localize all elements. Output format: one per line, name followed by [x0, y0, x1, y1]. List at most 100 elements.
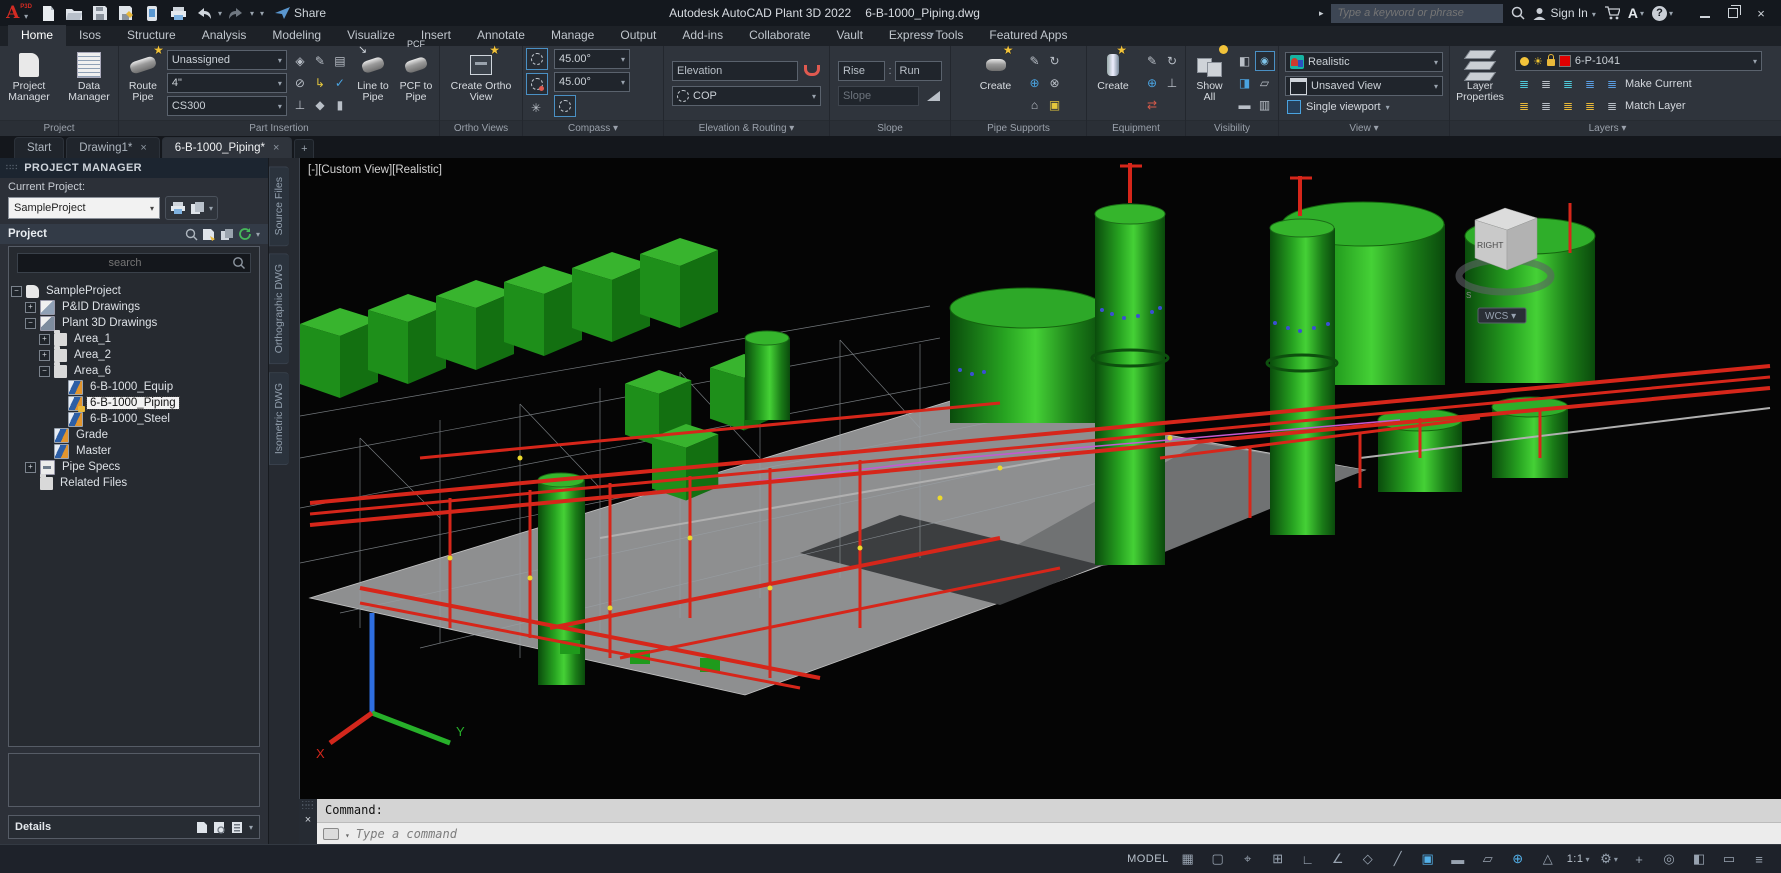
tab-isos[interactable]: Isos: [66, 25, 114, 46]
tree-sampleproject[interactable]: − SampleProject: [11, 283, 257, 299]
tree-item-label[interactable]: Area_1: [71, 333, 114, 345]
selection-cycling-icon[interactable]: ⊕: [1504, 848, 1532, 870]
layer-properties-button[interactable]: Layer Properties: [1453, 47, 1507, 119]
tree-item-label[interactable]: Grade: [73, 429, 111, 441]
refresh-icon[interactable]: [238, 227, 252, 241]
weld-display-icon[interactable]: ▥: [1256, 96, 1274, 114]
help-search-input[interactable]: [1332, 7, 1502, 19]
snap-mode-icon[interactable]: ▢: [1204, 848, 1232, 870]
create-equipment-button[interactable]: ★ Create: [1090, 47, 1136, 119]
3d-model-canvas[interactable]: Y X RIGHT S WCS ▾: [300, 158, 1781, 799]
dome-tank[interactable]: [950, 288, 1105, 423]
assign-tag-icon[interactable]: ◈: [291, 52, 309, 70]
tree-plant3d-drawings[interactable]: − Plant 3D Drawings: [11, 315, 257, 331]
tab-start[interactable]: Start: [14, 137, 64, 158]
close-command-icon[interactable]: ×: [305, 814, 311, 826]
tree-6-b-1000-equip[interactable]: 6-B-1000_Equip: [11, 379, 257, 395]
slope-input[interactable]: Slope: [838, 86, 919, 106]
search-icon[interactable]: [185, 228, 198, 241]
stub-in-icon[interactable]: ⊥: [291, 96, 309, 114]
edit-equipment-icon[interactable]: ✎: [1143, 52, 1161, 70]
create-pipe-support-button[interactable]: ★ Create: [973, 47, 1019, 119]
match-layer-button[interactable]: Match Layer: [1625, 100, 1686, 112]
tower-2[interactable]: [1267, 219, 1337, 535]
visual-style-dropdown[interactable]: Realistic: [1285, 52, 1443, 72]
object-snap-icon[interactable]: ▣: [1414, 848, 1442, 870]
open-from-web-button[interactable]: [140, 2, 164, 24]
object-snap-tracking-icon[interactable]: ╱: [1384, 848, 1412, 870]
search-icon[interactable]: [1511, 6, 1525, 20]
model-viewport[interactable]: [-][Custom View][Realistic]: [299, 158, 1781, 799]
new-file-button[interactable]: [36, 2, 60, 24]
annotation-scale-label[interactable]: 1:1: [1564, 848, 1593, 870]
isolate-objects-icon[interactable]: ◎: [1655, 848, 1683, 870]
compass-toggle[interactable]: [526, 48, 548, 70]
tab-collaborate[interactable]: Collaborate: [736, 25, 823, 46]
layer-freeze-icon[interactable]: ≣: [1559, 77, 1577, 91]
save-as-button[interactable]: [114, 2, 138, 24]
tree-search-input[interactable]: [18, 256, 232, 270]
tab-output[interactable]: Output: [607, 25, 669, 46]
run-input[interactable]: Run: [895, 61, 942, 81]
project-options-caret-icon[interactable]: [256, 228, 260, 240]
sign-in-button[interactable]: Sign In: [1533, 6, 1595, 20]
tree-item-label[interactable]: Area_6: [71, 365, 114, 377]
minimize-button[interactable]: [1691, 1, 1719, 25]
tree-expander[interactable]: +: [25, 462, 36, 473]
side-tab-orthographic-dwg[interactable]: Orthographic DWG: [269, 253, 289, 364]
layer-turn-on-icon[interactable]: ≣: [1515, 99, 1533, 113]
tree-expander[interactable]: −: [11, 286, 22, 297]
tree-search-box[interactable]: [17, 253, 251, 273]
tree-area-1[interactable]: + Area_1: [11, 331, 257, 347]
pcf-to-pipe-button[interactable]: PCF PCF to Pipe: [396, 47, 436, 119]
toggle-cutback-icon[interactable]: ⊘: [291, 74, 309, 92]
attach-to-pipe-icon[interactable]: ⊕: [1026, 74, 1044, 92]
tick-marks-icon[interactable]: ✳: [526, 98, 546, 118]
hide-objects-icon[interactable]: ◧: [1236, 52, 1254, 70]
command-input-row[interactable]: Type a command: [317, 823, 1781, 846]
layer-dropdown[interactable]: ☀ 6-P-1041: [1515, 51, 1762, 71]
make-current-icon[interactable]: ≣: [1603, 77, 1621, 91]
lineweight-icon[interactable]: ▬: [1444, 848, 1472, 870]
create-ortho-view-button[interactable]: ★ Create Ortho View: [450, 47, 512, 119]
transparency-objects-icon[interactable]: ▱: [1256, 74, 1274, 92]
redo-caret-icon[interactable]: [250, 7, 254, 19]
clean-screen-icon[interactable]: ▭: [1715, 848, 1743, 870]
tree-pipe-specs[interactable]: + Pipe Specs: [11, 459, 257, 475]
tree-expander[interactable]: +: [25, 302, 36, 313]
tab-structure[interactable]: Structure: [114, 25, 189, 46]
elevation-input[interactable]: Elevation: [672, 61, 798, 81]
tower-1[interactable]: [1092, 204, 1168, 565]
details-doc-icon[interactable]: [196, 821, 208, 834]
annotation-monitor-icon[interactable]: +: [1625, 848, 1653, 870]
pipe-spec-dropdown[interactable]: CS300: [167, 96, 287, 116]
pipe-ends-icon[interactable]: ▮: [331, 96, 349, 114]
customize-icon[interactable]: ≡: [1745, 848, 1773, 870]
app-store-cart-icon[interactable]: [1604, 6, 1620, 20]
attach-nozzle-icon[interactable]: ⊕: [1143, 74, 1161, 92]
share-button[interactable]: Share: [270, 2, 330, 24]
layer-unlock-all-icon[interactable]: ≣: [1581, 99, 1599, 113]
edit-support-icon[interactable]: ✎: [1026, 52, 1044, 70]
tree-item-label[interactable]: Plant 3D Drawings: [59, 317, 160, 329]
palette-grip[interactable]: ∷∷: [6, 166, 18, 170]
palette-title-bar[interactable]: ∷∷ PROJECT MANAGER: [0, 158, 268, 178]
tree-expander[interactable]: +: [39, 334, 50, 345]
dynamic-input-icon[interactable]: ⊞: [1264, 848, 1292, 870]
tree-area-2[interactable]: + Area_2: [11, 347, 257, 363]
layer-lock-icon[interactable]: ≣: [1581, 77, 1599, 91]
tab-analysis[interactable]: Analysis: [189, 25, 260, 46]
small-vessel[interactable]: [745, 331, 790, 420]
batch-plot-icon[interactable]: [170, 201, 186, 215]
tab-modeling[interactable]: Modeling: [259, 25, 334, 46]
line-number-dropdown[interactable]: Unassigned: [167, 50, 287, 70]
help-search-box[interactable]: [1331, 4, 1503, 23]
wcs-dropdown[interactable]: WCS ▾: [1478, 308, 1526, 323]
tree-item-label[interactable]: Related Files: [57, 477, 130, 489]
undo-button[interactable]: [192, 2, 216, 24]
insulation-display-toggle[interactable]: ◉: [1255, 51, 1275, 71]
restore-button[interactable]: [1719, 1, 1747, 25]
routing-plane-dropdown[interactable]: COP: [672, 86, 821, 106]
detach-from-pipe-icon[interactable]: ⊗: [1046, 74, 1064, 92]
command-customize-icon[interactable]: [323, 828, 339, 840]
